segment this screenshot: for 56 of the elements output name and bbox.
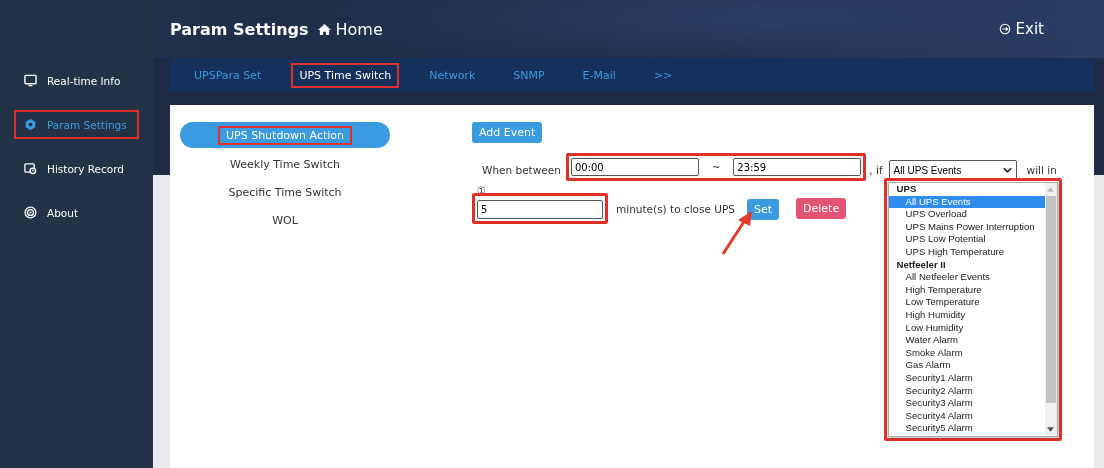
minutes-field[interactable]: 5 (477, 200, 603, 219)
event-dropdown[interactable]: All UPS Events (888, 160, 1017, 180)
list-option[interactable]: Security4 Alarm (888, 409, 1045, 423)
list-option[interactable]: Smoke Alarm (888, 346, 1045, 360)
scrollbar[interactable] (1044, 183, 1057, 436)
list-option[interactable]: Security3 Alarm (888, 397, 1045, 410)
list-option[interactable]: UPS Low Potential (888, 233, 1045, 246)
list-option[interactable]: Low Humidity (888, 321, 1045, 335)
submenu-item[interactable]: WOL (180, 206, 390, 234)
tab[interactable]: UPSPara Set (186, 62, 270, 88)
monitor-icon (24, 74, 37, 87)
delete-button[interactable]: Delete (796, 198, 847, 219)
list-option[interactable]: Security5 Alarm (888, 422, 1045, 435)
list-option[interactable]: UPS High Temperature (888, 245, 1045, 259)
submenu-item[interactable]: Specific Time Switch (180, 178, 390, 206)
minutes-label: minute(s) to close UPS (616, 201, 735, 217)
page-title: Param Settings (170, 19, 309, 39)
chevron-icon (1002, 167, 1012, 173)
tab[interactable]: SNMP (505, 62, 553, 88)
list-option[interactable]: UPS Overload (888, 208, 1045, 221)
when-label: When between (482, 163, 561, 178)
option-group-label: UPS (895, 183, 918, 196)
submenu-item[interactable]: Weekly Time Switch (180, 150, 390, 178)
index-label: ① (477, 185, 486, 197)
sidebar-item[interactable]: Param Settings (14, 110, 139, 139)
tab[interactable]: Network (421, 62, 484, 88)
list-option[interactable]: Security2 Alarm (888, 384, 1045, 398)
list-option[interactable]: Gas Alarm (888, 359, 1045, 372)
option-group-label: Netfeeler II (895, 258, 947, 272)
tab[interactable]: UPS Time Switch (291, 62, 400, 88)
scroll-down-icon (1047, 427, 1055, 432)
home-icon (316, 22, 332, 36)
sidebar-item[interactable]: Real-time Info (14, 66, 139, 95)
scroll-up-icon (1047, 187, 1055, 192)
start-time-field[interactable]: 00:00 (570, 158, 699, 176)
list-option[interactable]: High Humidity (888, 308, 1045, 322)
will-label: will in (1026, 163, 1057, 178)
sidebar-item[interactable]: History Record (14, 154, 139, 183)
sidebar-item[interactable]: About (14, 198, 139, 227)
breadcrumb-link[interactable]: Home (335, 19, 383, 39)
gear-icon (24, 118, 37, 131)
list-option[interactable]: High Temperature (888, 283, 1045, 297)
exit-button[interactable]: Exit (998, 20, 1044, 38)
tab[interactable]: >> (645, 62, 681, 88)
list-option[interactable]: Water Alarm (888, 334, 1045, 347)
if-label: , if (869, 163, 883, 178)
list-option[interactable]: All Netfeeler Events (888, 271, 1045, 284)
tilde-label: ~ (711, 161, 721, 173)
target-icon (24, 206, 37, 219)
list-option[interactable]: Security1 Alarm (888, 371, 1045, 385)
history-icon (24, 162, 37, 175)
end-time-field[interactable]: 23:59 (733, 158, 862, 176)
exit-icon (998, 23, 1011, 35)
list-option[interactable]: Low Temperature (888, 296, 1045, 309)
tab[interactable]: E-Mail (574, 62, 624, 88)
list-option[interactable]: UPS Mains Power Interruption (888, 220, 1045, 234)
